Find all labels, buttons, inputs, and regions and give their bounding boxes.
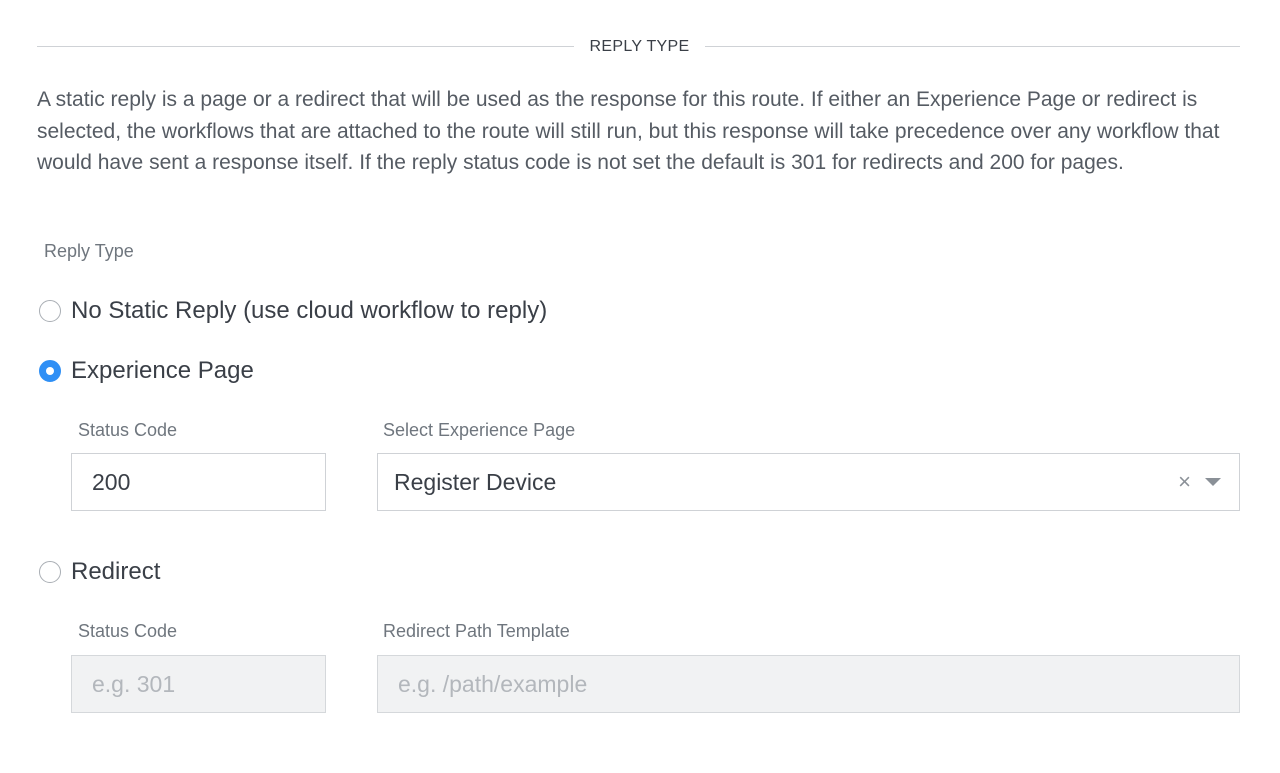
radio-label-redirect: Redirect <box>71 558 161 585</box>
radio-no-static-reply[interactable]: No Static Reply (use cloud workflow to r… <box>39 297 547 325</box>
reply-type-description: A static reply is a page or a redirect t… <box>37 88 1220 174</box>
radio-button-redirect[interactable] <box>39 561 61 583</box>
select-experience-page-label: Select Experience Page <box>383 420 576 440</box>
chevron-down-icon[interactable] <box>1205 478 1221 486</box>
radio-experience-page[interactable]: Experience Page <box>39 357 254 385</box>
radio-button-experience-page[interactable] <box>39 360 61 382</box>
radio-label-no-static-reply: No Static Reply (use cloud workflow to r… <box>71 297 548 324</box>
experience-page-select[interactable]: Register Device × <box>377 453 1240 511</box>
clear-icon[interactable]: × <box>1178 471 1191 493</box>
redirect-path-template-input[interactable] <box>377 655 1240 713</box>
redirect-status-code-label: Status Code <box>78 621 178 641</box>
radio-label-experience-page: Experience Page <box>71 357 254 384</box>
experience-status-code-label: Status Code <box>78 420 178 440</box>
reply-type-label: Reply Type <box>44 241 134 261</box>
radio-redirect[interactable]: Redirect <box>39 558 160 586</box>
section-divider-right <box>705 46 1240 47</box>
section-divider-left <box>37 46 574 47</box>
redirect-path-template-label: Redirect Path Template <box>383 621 570 641</box>
radio-button-no-static-reply[interactable] <box>39 300 61 322</box>
experience-status-code-input[interactable] <box>71 453 326 511</box>
section-title: REPLY TYPE <box>589 38 690 55</box>
experience-page-selected-value: Register Device <box>394 468 557 495</box>
redirect-status-code-input[interactable] <box>71 655 326 713</box>
